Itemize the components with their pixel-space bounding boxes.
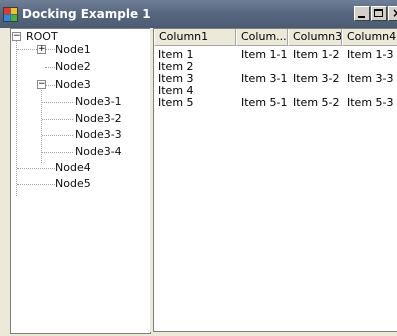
tree-connector [42, 152, 73, 153]
node3-collapse-toggle[interactable]: − [37, 80, 46, 89]
plus-icon: + [38, 44, 46, 54]
list-cell: Item 3-2 [293, 72, 340, 85]
list-cell: Item 5 [158, 96, 194, 109]
tree-node-label: Node1 [55, 43, 91, 56]
list-cell: Item 5-1 [241, 96, 288, 109]
tree-node-label: Node5 [55, 177, 91, 190]
tree-connector [16, 41, 17, 196]
tree-node-label: Node3-1 [75, 95, 122, 108]
tree-connector [42, 119, 73, 120]
minus-icon: − [13, 31, 21, 41]
tree-node-node2[interactable]: Node2 [53, 59, 91, 75]
title-bar[interactable]: Docking Example 1 × [0, 0, 397, 28]
window-title: Docking Example 1 [22, 7, 151, 21]
tree-node-label: Node3-3 [75, 128, 122, 141]
tree-connector [17, 184, 55, 185]
tree-node-node5[interactable]: Node5 [53, 176, 91, 192]
tree-node-node3-1[interactable]: Node3-1 [73, 94, 122, 110]
tree-node-node3-2[interactable]: Node3-2 [73, 111, 122, 127]
root-collapse-toggle[interactable]: − [12, 32, 21, 41]
list-row[interactable]: Item 5 Item 5-1 Item 5-2 Item 5-3 [154, 97, 397, 109]
list-cell: Item 3-3 [347, 72, 394, 85]
column-header[interactable]: Colum... [236, 29, 288, 46]
list-cell: Item 5-3 [347, 96, 394, 109]
list-view[interactable]: Column1 Colum... Column3 Column4 Item 1 … [153, 28, 397, 332]
tree-connector [42, 102, 73, 103]
list-cell: Item 1-1 [241, 48, 288, 61]
tree-node-node4[interactable]: Node4 [53, 160, 91, 176]
list-cell: Item 5-2 [293, 96, 340, 109]
close-icon: × [392, 6, 397, 20]
list-cell: Item 1-2 [293, 48, 340, 61]
tree-node-node3-3[interactable]: Node3-3 [73, 127, 122, 143]
tree-connector [42, 135, 73, 136]
tree-node-label: Node3-2 [75, 112, 122, 125]
close-button[interactable]: × [388, 6, 397, 21]
list-cell: Item 1-3 [347, 48, 394, 61]
minimize-button[interactable] [354, 6, 370, 21]
tree-node-label: Node3-4 [75, 145, 122, 158]
list-header: Column1 Colum... Column3 Column4 [154, 29, 397, 46]
column-header[interactable]: Column1 [154, 29, 236, 46]
tree-view[interactable]: − ROOT + Node1 Node2 − Node3 Node3-1 Nod… [10, 28, 151, 334]
tree-connector [17, 168, 55, 169]
tree-node-label: Node4 [55, 161, 91, 174]
column-header[interactable]: Column3 [288, 29, 342, 46]
list-cell: Item 3-1 [241, 72, 288, 85]
tree-node-node1[interactable]: Node1 [53, 42, 91, 58]
tree-node-label: Node3 [55, 78, 91, 91]
tree-node-node3[interactable]: Node3 [53, 77, 91, 93]
node1-expand-toggle[interactable]: + [37, 45, 46, 54]
column-header[interactable]: Column4 [342, 29, 397, 46]
app-icon [3, 7, 18, 22]
tree-node-label: Node2 [55, 60, 91, 73]
tree-node-node3-4[interactable]: Node3-4 [73, 144, 122, 160]
maximize-button[interactable] [371, 6, 387, 21]
minimize-icon [358, 16, 365, 18]
minus-icon: − [38, 79, 46, 89]
maximize-icon [374, 9, 383, 17]
